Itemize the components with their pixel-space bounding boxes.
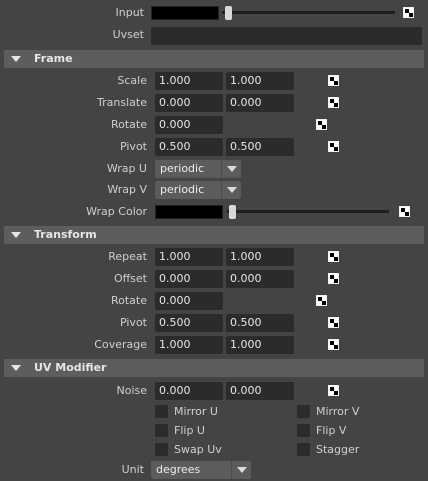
frame-scale-v-field[interactable]: 1.000 <box>226 72 294 90</box>
swap-uv-checkbox[interactable] <box>155 443 168 456</box>
frame-translate-v-field[interactable]: 0.000 <box>226 94 294 112</box>
frame-rotate-map-icon[interactable] <box>316 119 327 130</box>
noise-u-field[interactable]: 0.000 <box>155 382 223 400</box>
uvset-label: Uvset <box>112 28 144 41</box>
wrap-color-slider-thumb[interactable] <box>229 205 236 219</box>
frame-scale-map-icon[interactable] <box>328 75 339 86</box>
repeat-map-icon[interactable] <box>328 251 339 262</box>
frame-pivot-map-icon[interactable] <box>328 141 339 152</box>
transform-section-header[interactable]: Transform <box>4 226 424 244</box>
frame-pivot-u-field[interactable]: 0.500 <box>155 138 223 156</box>
wrap-v-label: Wrap V <box>107 183 147 196</box>
unit-value: degrees <box>156 463 201 476</box>
transform-rotate-label: Rotate <box>110 294 147 307</box>
noise-v-field[interactable]: 0.000 <box>226 382 294 400</box>
transform-repeat-label: Repeat <box>108 250 147 263</box>
frame-translate-map-icon[interactable] <box>328 97 339 108</box>
wrap-v-dropdown[interactable]: periodic <box>155 181 241 199</box>
frame-section-title: Frame <box>34 52 73 65</box>
wrap-color-map-icon[interactable] <box>399 206 410 217</box>
offset-map-icon[interactable] <box>328 273 339 284</box>
offset-u-field[interactable]: 0.000 <box>155 270 223 288</box>
flip-u-checkbox[interactable] <box>155 424 168 437</box>
frame-pivot-label: Pivot <box>119 140 147 153</box>
stagger-checkbox[interactable] <box>297 443 310 456</box>
collapse-arrow-icon <box>11 56 21 62</box>
flip-u-label: Flip U <box>174 424 205 437</box>
transform-pivot-u-field[interactable]: 0.500 <box>155 314 223 332</box>
unit-dropdown[interactable]: degrees <box>151 461 251 479</box>
noise-map-icon[interactable] <box>328 385 339 396</box>
transform-pivot-map-icon[interactable] <box>328 317 339 328</box>
repeat-v-field[interactable]: 1.000 <box>226 248 294 266</box>
mirror-v-label: Mirror V <box>316 405 360 418</box>
coverage-map-icon[interactable] <box>328 339 339 350</box>
frame-rotate-field[interactable]: 0.000 <box>155 116 223 134</box>
collapse-arrow-icon <box>11 232 21 238</box>
uv-modifier-section-header[interactable]: UV Modifier <box>4 359 424 377</box>
noise-label: Noise <box>116 384 147 397</box>
wrap-color-slider-track[interactable] <box>227 210 389 213</box>
transform-rotate-map-icon[interactable] <box>316 295 327 306</box>
offset-v-field[interactable]: 0.000 <box>226 270 294 288</box>
frame-scale-label: Scale <box>117 74 147 87</box>
input-map-icon[interactable] <box>403 7 414 18</box>
wrap-v-value: periodic <box>160 183 205 196</box>
input-label: Input <box>115 6 144 19</box>
transform-rotate-field[interactable]: 0.000 <box>155 292 223 310</box>
wrap-color-swatch[interactable] <box>155 205 223 219</box>
input-color-swatch[interactable] <box>151 6 219 20</box>
chevron-down-icon <box>221 181 241 199</box>
chevron-down-icon <box>221 160 241 178</box>
swap-uv-label: Swap Uv <box>174 443 222 456</box>
transform-offset-label: Offset <box>113 272 147 285</box>
transform-pivot-v-field[interactable]: 0.500 <box>226 314 294 332</box>
coverage-u-field[interactable]: 1.000 <box>155 336 223 354</box>
flip-v-checkbox[interactable] <box>297 424 310 437</box>
mirror-u-checkbox[interactable] <box>155 405 168 418</box>
wrap-u-value: periodic <box>160 162 205 175</box>
input-slider-thumb[interactable] <box>225 6 232 20</box>
stagger-label: Stagger <box>316 443 360 456</box>
input-slider-track[interactable] <box>222 11 395 14</box>
frame-translate-u-field[interactable]: 0.000 <box>155 94 223 112</box>
mirror-u-label: Mirror U <box>174 405 218 418</box>
transform-pivot-label: Pivot <box>119 316 147 329</box>
chevron-down-icon <box>231 461 251 479</box>
uvset-field[interactable] <box>151 27 422 45</box>
wrap-u-label: Wrap U <box>106 162 147 175</box>
frame-pivot-v-field[interactable]: 0.500 <box>226 138 294 156</box>
collapse-arrow-icon <box>11 365 21 371</box>
mirror-v-checkbox[interactable] <box>297 405 310 418</box>
frame-scale-u-field[interactable]: 1.000 <box>155 72 223 90</box>
unit-label: Unit <box>121 463 144 476</box>
wrap-color-label: Wrap Color <box>86 205 147 218</box>
coverage-v-field[interactable]: 1.000 <box>226 336 294 354</box>
coverage-label: Coverage <box>94 338 147 351</box>
transform-section-title: Transform <box>34 228 97 241</box>
uv-modifier-section-title: UV Modifier <box>34 361 107 374</box>
frame-rotate-label: Rotate <box>110 118 147 131</box>
flip-v-label: Flip V <box>316 424 347 437</box>
wrap-u-dropdown[interactable]: periodic <box>155 160 241 178</box>
frame-translate-label: Translate <box>97 96 147 109</box>
frame-section-header[interactable]: Frame <box>4 50 424 68</box>
repeat-u-field[interactable]: 1.000 <box>155 248 223 266</box>
